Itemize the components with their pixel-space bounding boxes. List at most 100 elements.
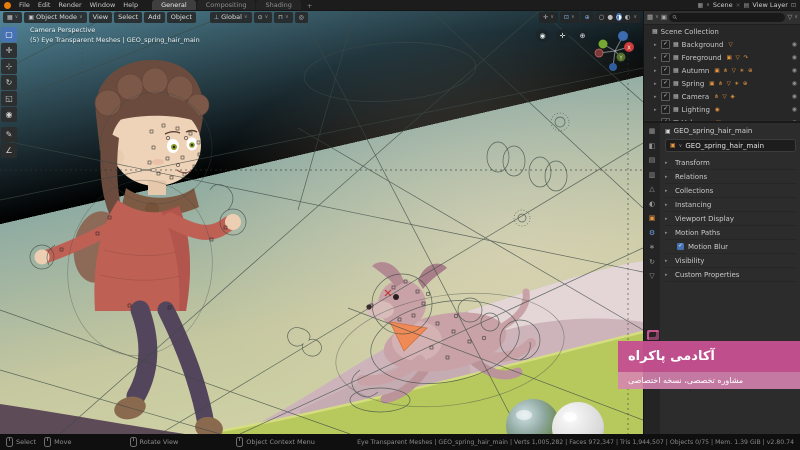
checkbox-checked[interactable]: ✓ (661, 92, 670, 101)
checkbox-checked[interactable]: ✓ (661, 53, 670, 62)
view-menu[interactable]: View (89, 12, 112, 23)
editor-type-icon[interactable]: ▦ (649, 127, 656, 135)
output-properties-tab[interactable]: ▤ (649, 156, 656, 164)
unlink-scene-icon[interactable]: × (736, 2, 741, 9)
gizmos-dropdown[interactable]: ✛ ∨ (539, 12, 558, 23)
section-custom-properties[interactable]: ▸ Custom Properties (665, 268, 796, 282)
tool-annotate[interactable]: ✎ (1, 127, 17, 142)
tab-compositing[interactable]: Compositing (197, 0, 256, 10)
select-menu[interactable]: Select (114, 12, 142, 23)
modifier-properties-tab[interactable]: ⚙ (649, 229, 655, 237)
section-instancing[interactable]: ▸ Instancing (665, 198, 796, 212)
scene-browse-icon[interactable]: ▦ (697, 2, 703, 9)
tool-measure[interactable]: ∠ (1, 143, 17, 158)
orientation-dropdown[interactable]: ⊥ Global ∨ (210, 12, 252, 23)
view-layer-name[interactable]: View Layer (752, 1, 788, 9)
tool-scale[interactable]: ◱ (1, 91, 17, 106)
viewport-3d[interactable]: ▦ ∨ ▣ Object Mode ∨ View Select Add Obje… (0, 10, 643, 434)
expand-icon[interactable]: ▸ (654, 81, 661, 87)
shading-wireframe-icon[interactable]: ○ (599, 13, 605, 21)
checkbox-checked[interactable]: ✓ (661, 79, 670, 88)
expand-icon[interactable]: ▸ (654, 42, 661, 48)
object-data-properties-tab[interactable]: ▽ (649, 272, 654, 280)
zoom-view-button[interactable]: ⊕ (576, 29, 589, 42)
tool-move[interactable]: ⊹ (1, 59, 17, 74)
new-view-layer-icon[interactable]: ⊡ (791, 2, 796, 9)
scene-properties-tab[interactable]: △ (649, 185, 654, 193)
expand-icon[interactable]: ▸ (654, 107, 661, 113)
pan-view-button[interactable]: ✛ (556, 29, 569, 42)
proportional-edit-toggle[interactable]: ◎ (295, 12, 308, 23)
world-properties-tab[interactable]: ◐ (649, 200, 655, 208)
eye-icon[interactable]: ◉ (792, 93, 797, 100)
object-name-field[interactable]: ▣ ∨ GEO_spring_hair_main (665, 139, 796, 152)
section-relations[interactable]: ▸ Relations (665, 170, 796, 184)
blender-logo-icon[interactable] (4, 2, 11, 9)
add-workspace-button[interactable]: + (302, 2, 317, 10)
tool-transform[interactable]: ◉ (1, 107, 17, 122)
expand-icon[interactable]: ▸ (654, 68, 661, 74)
section-collections[interactable]: ▸ Collections (665, 184, 796, 198)
expand-icon[interactable]: ▸ (654, 55, 661, 61)
outliner-row-spring[interactable]: ▸ ✓ ▦ Spring ▣ ⋔ ▽ ∗ ⊕ ◉ (644, 77, 800, 90)
mode-dropdown[interactable]: ▣ Object Mode ∨ (24, 12, 86, 23)
xray-toggle[interactable]: ⊕ (581, 12, 594, 23)
outliner-row-scene-collection[interactable]: ▦ Scene Collection (644, 25, 800, 38)
checkbox-checked[interactable]: ✓ (661, 105, 670, 114)
eye-icon[interactable]: ◉ (792, 106, 797, 113)
outliner-row-lighting[interactable]: ▸ ✓ ▦ Lighting ◉ ◉ (644, 103, 800, 116)
object-menu[interactable]: Object (167, 12, 196, 23)
motion-blur-checkbox[interactable]: ✓ (677, 243, 684, 250)
tab-general[interactable]: General (152, 0, 196, 10)
overlays-dropdown[interactable]: ⊡ ∨ (560, 12, 579, 23)
particle-properties-tab[interactable]: ∗ (649, 243, 655, 251)
outliner-search[interactable]: ⚲ (669, 13, 785, 22)
add-menu[interactable]: Add (144, 12, 165, 23)
eye-icon[interactable]: ◉ (792, 54, 797, 61)
new-collection-icon[interactable]: ▣ (661, 13, 667, 21)
outliner-search-input[interactable] (679, 14, 781, 20)
expand-icon: ▸ (665, 160, 671, 166)
section-visibility[interactable]: ▸ Visibility (665, 254, 796, 268)
pivot-dropdown[interactable]: ⊙ ∨ (254, 12, 273, 23)
section-motion-paths[interactable]: ▸ Motion Paths (665, 226, 796, 240)
breadcrumb-object-name[interactable]: GEO_spring_hair_main (674, 127, 753, 135)
tool-select-box[interactable]: ▢ (1, 27, 17, 42)
outliner-row-autumn[interactable]: ▸ ✓ ▦ Autumn ▣ ⋔ ▽ ∗ ⊕ ◉ (644, 64, 800, 77)
tab-shading[interactable]: Shading (256, 0, 300, 10)
eye-icon[interactable]: ◉ (792, 41, 797, 48)
menu-edit[interactable]: Edit (34, 1, 55, 9)
camera-view-button[interactable]: ◉ (536, 29, 549, 42)
editor-type-button[interactable]: ▦ ∨ (3, 12, 22, 23)
outliner-row-foreground[interactable]: ▸ ✓ ▦ Foreground ▣ ▽ ↷ ◉ (644, 51, 800, 64)
gizmo-y-label: Y (618, 56, 623, 62)
shading-material-icon[interactable]: ◑ (616, 13, 622, 21)
view-layer-properties-tab[interactable]: ▥ (649, 171, 656, 179)
tool-cursor[interactable]: ✛ (1, 43, 17, 58)
snap-toggle[interactable]: ⊓ ∨ (274, 12, 292, 23)
physics-properties-tab[interactable]: ↻ (649, 258, 655, 266)
shading-solid-icon[interactable]: ● (607, 13, 613, 21)
section-transform[interactable]: ▸ Transform (665, 156, 796, 170)
menu-window[interactable]: Window (86, 1, 120, 9)
object-properties-tab[interactable]: ▣ (649, 214, 656, 222)
menu-render[interactable]: Render (54, 1, 85, 9)
tool-rotate[interactable]: ↻ (1, 75, 17, 90)
navigation-gizmo[interactable]: X Y (593, 26, 637, 76)
expand-icon[interactable]: ▸ (654, 94, 661, 100)
menu-file[interactable]: File (15, 1, 34, 9)
motion-blur-row[interactable]: ✓ Motion Blur (665, 240, 796, 254)
shading-rendered-icon[interactable]: ◐ (625, 13, 631, 21)
outliner-row-camera[interactable]: ▸ ✓ ▦ Camera ⋔ ▽ ◈ ◉ (644, 90, 800, 103)
menu-help[interactable]: Help (119, 1, 142, 9)
checkbox-checked[interactable]: ✓ (661, 40, 670, 49)
outliner-row-background[interactable]: ▸ ✓ ▦ Background ▽ ◉ (644, 38, 800, 51)
section-viewport-display[interactable]: ▸ Viewport Display (665, 212, 796, 226)
filter-icon[interactable]: ▽ (787, 13, 792, 21)
display-mode-icon[interactable]: ▦ (647, 13, 653, 21)
eye-icon[interactable]: ◉ (792, 67, 797, 74)
checkbox-checked[interactable]: ✓ (661, 66, 670, 75)
scene-name[interactable]: Scene (713, 1, 733, 9)
eye-icon[interactable]: ◉ (792, 80, 797, 87)
render-properties-tab[interactable]: ◧ (649, 142, 656, 150)
